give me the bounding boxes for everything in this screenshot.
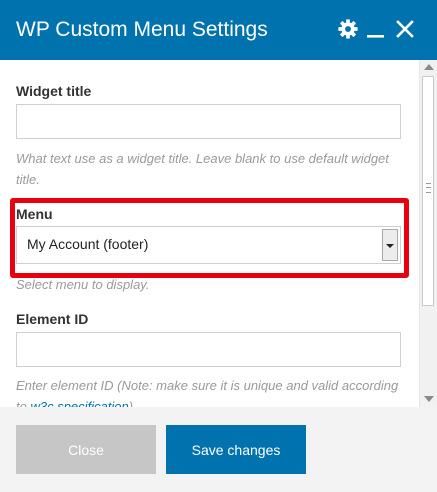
widget-title-input[interactable] (16, 104, 401, 139)
element-id-input[interactable] (16, 332, 401, 367)
dialog-title: WP Custom Menu Settings (16, 18, 268, 41)
chevron-down-icon[interactable] (382, 229, 398, 261)
menu-label: Menu (16, 206, 53, 222)
element-id-help: Enter element ID (Note: make sure it is … (16, 375, 401, 407)
close-button[interactable]: Close (16, 425, 156, 474)
element-id-label: Element ID (16, 311, 89, 327)
gear-icon[interactable] (337, 18, 359, 40)
settings-dialog: WP Custom Menu Settings Widget title Wha… (0, 0, 437, 492)
w3c-specification-link[interactable]: w3c specification (30, 399, 128, 407)
minimize-icon[interactable] (366, 18, 386, 40)
menu-select-value: My Account (footer) (27, 236, 149, 252)
widget-title-help: What text use as a widget title. Leave b… (16, 151, 389, 187)
scrollbar[interactable] (419, 60, 437, 407)
menu-help: Select menu to display. (16, 277, 150, 292)
widget-title-label: Widget title (16, 83, 92, 99)
scroll-up-arrow-icon[interactable] (424, 64, 434, 70)
scroll-thumb[interactable] (422, 76, 434, 306)
dialog-footer: Close Save changes (0, 407, 437, 492)
dialog-header: WP Custom Menu Settings (0, 0, 437, 60)
dialog-body: Widget title What text use as a widget t… (0, 60, 437, 407)
scroll-down-arrow-icon[interactable] (424, 396, 434, 402)
grip-icon (426, 183, 431, 193)
save-changes-button[interactable]: Save changes (166, 425, 306, 474)
close-icon[interactable] (395, 18, 415, 40)
element-id-help-end: ). (128, 399, 137, 407)
menu-select[interactable]: My Account (footer) (16, 226, 401, 264)
